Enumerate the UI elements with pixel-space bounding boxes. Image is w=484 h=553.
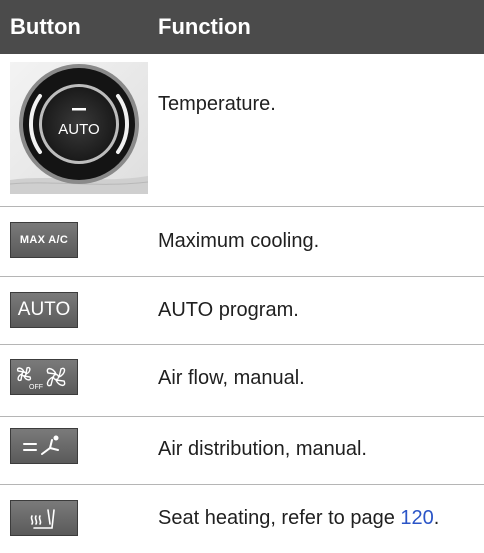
row-divider — [0, 206, 484, 207]
header-function: Function — [158, 14, 251, 39]
function-temperature: Temperature. — [158, 93, 276, 115]
temperature-knob-icon: AUTO — [10, 62, 148, 194]
function-max-ac: Maximum cooling. — [158, 230, 320, 252]
seat-heating-icon — [10, 500, 78, 536]
function-air-distribution: Air distribution, manual. — [158, 438, 367, 460]
row-divider — [0, 416, 484, 417]
header-button: Button — [10, 14, 81, 39]
row-divider — [0, 484, 484, 485]
svg-text:OFF: OFF — [29, 384, 43, 391]
knob-auto-label: AUTO — [58, 121, 99, 138]
page-link[interactable]: 120 — [400, 507, 433, 529]
function-auto: AUTO program. — [158, 299, 299, 321]
max-ac-icon: MAX A/C — [10, 222, 78, 258]
air-distribution-icon — [10, 428, 78, 464]
seat-heating-suffix: . — [433, 507, 440, 529]
table-header: Button Function — [0, 0, 484, 54]
seat-heating-text: Seat heating, refer to page — [158, 507, 401, 529]
row-divider — [0, 344, 484, 345]
function-seat-heating: Seat heating, refer to page 120. — [158, 506, 439, 530]
auto-icon: AUTO — [10, 292, 78, 328]
row-divider — [0, 276, 484, 277]
fan-icon: OFF — [10, 359, 78, 395]
function-air-flow: Air flow, manual. — [158, 367, 305, 389]
